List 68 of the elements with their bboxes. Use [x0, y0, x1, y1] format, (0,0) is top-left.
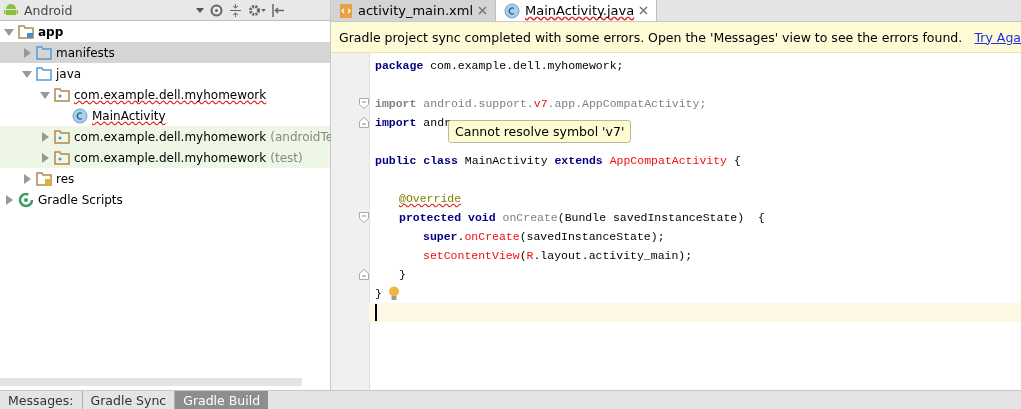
tree-item[interactable]: res: [0, 168, 330, 189]
scope-label: (test): [270, 150, 303, 165]
xml-file-icon: [339, 2, 353, 19]
tree-label: manifests: [56, 45, 115, 60]
code-line: import android.support.v7.app.AppCompatActivity;: [375, 97, 707, 110]
settings-icon[interactable]: [248, 3, 266, 17]
tree-item[interactable]: com.example.dell.myhomework: [0, 84, 330, 105]
collapsed-arrow-icon[interactable]: [22, 47, 32, 58]
close-icon[interactable]: [639, 6, 649, 15]
tree-label: res: [56, 171, 75, 186]
notification-text: Gradle project sync completed with some errors. Open the 'Messages' view to see the errors found.: [339, 29, 963, 45]
package-folder-icon: [54, 150, 70, 165]
tree-item[interactable]: com.example.dell.myhomework (test): [0, 147, 330, 168]
fold-marker-icon[interactable]: [359, 98, 369, 109]
tree-label: com.example.dell.myhomework: [74, 129, 267, 144]
package-folder-icon: [54, 129, 70, 144]
expanded-arrow-icon[interactable]: [22, 68, 32, 79]
try-again-link[interactable]: Try Aga: [974, 29, 1021, 45]
fold-marker-icon[interactable]: [359, 212, 369, 223]
android-icon: [4, 2, 18, 18]
tree-label: MainActivity: [92, 108, 166, 123]
collapsed-arrow-icon[interactable]: [4, 194, 14, 205]
tree-label: java: [56, 66, 82, 81]
locate-icon[interactable]: [210, 3, 223, 17]
module-folder-icon: [18, 24, 34, 39]
editor-tab[interactable]: MainActivity.java: [496, 0, 658, 21]
tree-item[interactable]: com.example.dell.myhomework (androidTe: [0, 126, 330, 147]
gradle-icon: [18, 191, 34, 208]
tree-label: app: [38, 24, 64, 39]
editor-tab[interactable]: activity_main.xml: [331, 0, 496, 21]
code-line: @Override: [399, 192, 462, 205]
hide-panel-icon[interactable]: [272, 3, 285, 17]
dropdown-caret-icon: [196, 7, 204, 13]
tree-label: com.example.dell.myhomework: [74, 87, 267, 102]
tree-item[interactable]: MainActivity: [0, 105, 330, 126]
code-line: public class MainActivity extends AppCompatActivity {: [375, 154, 741, 167]
collapsed-arrow-icon[interactable]: [40, 131, 50, 142]
code-line: package com.example.dell.myhomework;: [375, 59, 624, 72]
collapsed-arrow-icon[interactable]: [22, 173, 32, 184]
tree-item[interactable]: Gradle Scripts: [0, 189, 330, 210]
folder-icon: [36, 45, 52, 60]
tree-item[interactable]: manifests: [0, 42, 330, 63]
fold-marker-icon[interactable]: [359, 269, 369, 280]
code-line: }: [375, 287, 382, 300]
collapsed-arrow-icon[interactable]: [40, 152, 50, 163]
code-line: setContentView(R.layout.activity_main);: [423, 249, 693, 262]
tree-item[interactable]: app: [0, 21, 330, 42]
horizontal-scrollbar[interactable]: [0, 378, 302, 386]
error-tooltip: Cannot resolve symbol 'v7': [448, 120, 632, 143]
class-icon: [504, 2, 520, 19]
class-icon: [72, 107, 88, 124]
code-line: super.onCreate(savedInstanceState);: [423, 230, 665, 243]
lightbulb-icon[interactable]: [387, 286, 400, 301]
code-line: import andr: [375, 116, 451, 129]
folder-icon: [36, 66, 52, 81]
code-line: }: [399, 268, 406, 281]
tree-item[interactable]: java: [0, 63, 330, 84]
resource-folder-icon: [36, 171, 52, 186]
messages-label: Messages:: [7, 392, 75, 409]
close-icon[interactable]: [478, 6, 487, 15]
package-folder-icon: [54, 87, 70, 102]
collapse-all-icon[interactable]: [229, 3, 242, 17]
fold-marker-icon[interactable]: [359, 117, 369, 128]
tree-label: Gradle Scripts: [38, 192, 123, 207]
expanded-arrow-icon[interactable]: [40, 89, 50, 100]
tree-label: com.example.dell.myhomework: [74, 150, 267, 165]
expanded-arrow-icon[interactable]: [4, 26, 14, 37]
code-line: protected void onCreate(Bundle savedInstanceState) {: [399, 211, 765, 224]
